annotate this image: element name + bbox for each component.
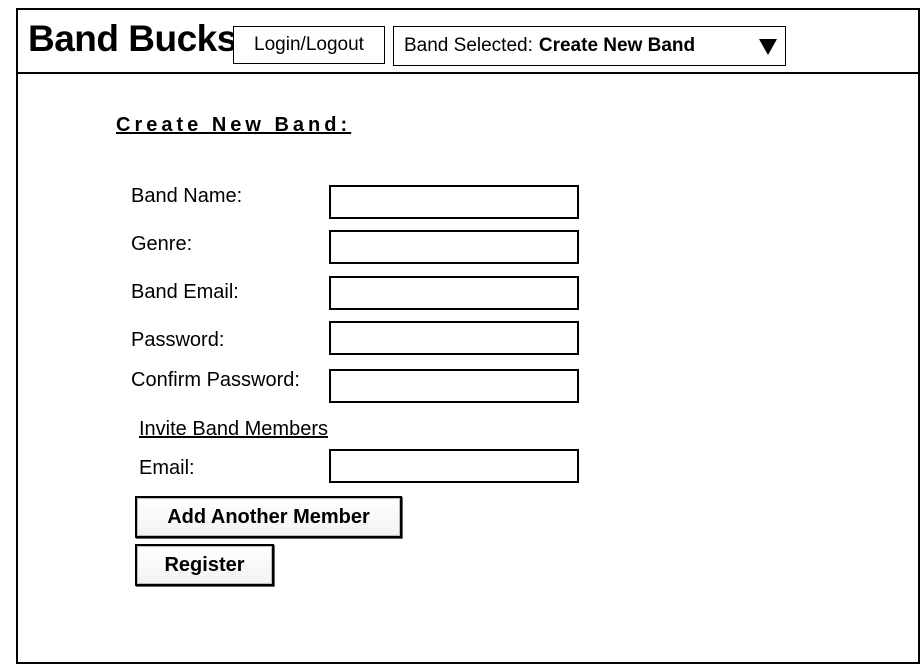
login-logout-button[interactable]: Login/Logout bbox=[233, 26, 385, 64]
band-name-input[interactable] bbox=[329, 185, 579, 219]
invite-members-heading: Invite Band Members bbox=[139, 418, 328, 440]
form-title: Create New Band: bbox=[116, 114, 352, 136]
band-name-label: Band Name: bbox=[131, 185, 243, 207]
password-input[interactable] bbox=[329, 321, 579, 355]
band-email-label: Band Email: bbox=[131, 281, 239, 303]
genre-input[interactable] bbox=[329, 230, 579, 264]
genre-label: Genre: bbox=[131, 233, 193, 255]
app-window: Band Bucks Login/Logout Band Selected: Cr… bbox=[16, 8, 920, 664]
member-email-label: Email: bbox=[139, 457, 195, 479]
member-email-input[interactable] bbox=[329, 449, 579, 483]
band-email-input[interactable] bbox=[329, 276, 579, 310]
band-select-value: Create New Band bbox=[538, 35, 696, 56]
confirm-password-input[interactable] bbox=[329, 369, 579, 403]
add-another-member-button[interactable]: Add Another Member bbox=[135, 496, 402, 538]
header-bar: Band Bucks Login/Logout Band Selected: Cr… bbox=[18, 10, 918, 74]
password-label: Password: bbox=[131, 329, 225, 351]
app-title: Band Bucks bbox=[28, 18, 237, 59]
dropdown-arrow-icon[interactable] bbox=[759, 39, 777, 55]
register-button[interactable]: Register bbox=[135, 544, 274, 586]
band-select-prefix: Band Selected: bbox=[404, 35, 533, 56]
confirm-password-label: Confirm Password: bbox=[131, 369, 300, 391]
band-select-dropdown[interactable]: Band Selected: Create New Band bbox=[393, 26, 786, 66]
